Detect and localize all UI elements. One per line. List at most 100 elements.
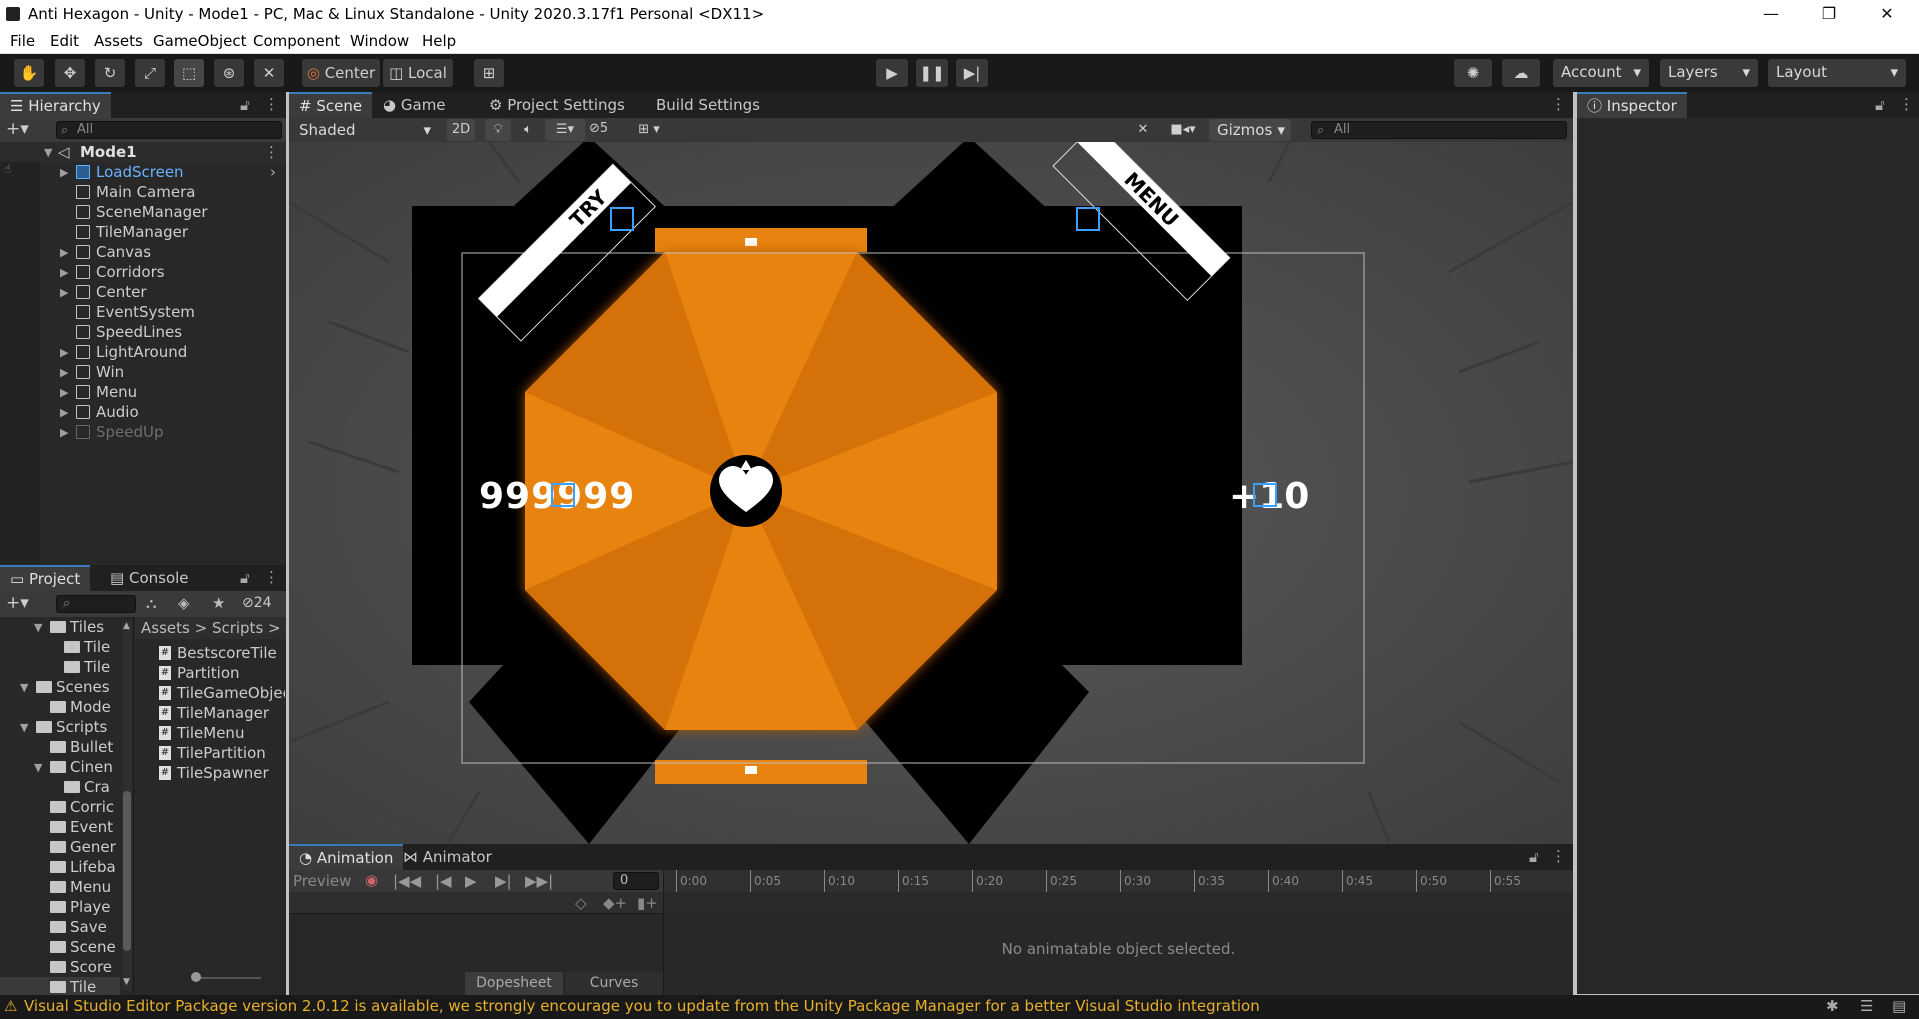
first-key-icon[interactable]: |◀◀ [393, 872, 421, 890]
play-anim-icon[interactable]: ▶ [465, 872, 477, 890]
expand-arrow-icon[interactable]: ▶ [60, 406, 68, 419]
filter-icon[interactable]: ◇ [575, 894, 587, 912]
expand-arrow-icon[interactable]: ▶ [60, 346, 68, 359]
menu-file[interactable]: File [10, 32, 35, 50]
favorite-star-icon[interactable]: ★ [212, 594, 225, 612]
menu-edit[interactable]: Edit [50, 32, 79, 50]
menu-component[interactable]: Component [253, 32, 340, 50]
hierarchy-item[interactable]: ▶ LightAround [0, 342, 286, 362]
expand-arrow-icon[interactable]: ▶ [60, 266, 68, 279]
project-tree-item[interactable]: Event [0, 817, 120, 837]
tab-hierarchy[interactable]: ☰ Hierarchy [0, 92, 111, 118]
lock-icon[interactable]: 🔓︎ [240, 96, 250, 114]
tab-build-settings[interactable]: Build Settings [646, 92, 770, 118]
event-lane[interactable] [664, 892, 1573, 914]
rotate-tool-icon[interactable]: ↻ [95, 59, 125, 87]
tab-scene[interactable]: # Scene [289, 92, 373, 118]
tab-curves[interactable]: Curves [565, 972, 663, 995]
tab-inspector[interactable]: ⓘ Inspector [1577, 92, 1687, 118]
hierarchy-item[interactable]: ▶ Corridors [0, 262, 286, 282]
hierarchy-item[interactable]: ▶ LoadScreen › [0, 162, 286, 182]
menu-gameobject[interactable]: GameObject [153, 32, 247, 50]
project-tree-item[interactable]: Playe [0, 897, 120, 917]
transform-tool-icon[interactable]: ⊛ [214, 59, 244, 87]
hierarchy-item[interactable]: ▶ Audio [0, 402, 286, 422]
hierarchy-item[interactable]: EventSystem [0, 302, 286, 322]
frame-input[interactable]: 0 [613, 872, 659, 890]
project-tree-item[interactable]: ▼ Cinen [0, 757, 120, 777]
script-file[interactable]: # TileManager [159, 703, 285, 723]
expand-arrow-icon[interactable]: ▶ [60, 386, 68, 399]
breadcrumb-assets[interactable]: Assets [141, 619, 190, 637]
expand-arrow-icon[interactable]: ▼ [20, 721, 28, 734]
more-menu-icon[interactable]: ⋮ [264, 95, 279, 113]
hierarchy-item[interactable]: SceneManager [0, 202, 286, 222]
layout-dropdown[interactable]: Layout ▾ [1768, 59, 1906, 87]
pivot-center-button[interactable]: ◎ Center [302, 59, 380, 87]
filter-label-icon[interactable]: ◈ [178, 594, 190, 612]
hierarchy-item[interactable]: ▶ SpeedUp [0, 422, 286, 442]
project-search-input[interactable]: ⌕ [56, 595, 136, 613]
expand-arrow-icon[interactable]: ▶ [60, 426, 68, 439]
expand-arrow-icon[interactable]: ▶ [60, 286, 68, 299]
tab-console[interactable]: ▤ Console [100, 565, 199, 591]
gizmos-dropdown[interactable]: Gizmos ▾ [1209, 119, 1291, 141]
project-tree-item[interactable]: ▼ Tiles [0, 617, 120, 637]
tab-project-settings[interactable]: ⚙ Project Settings [479, 92, 635, 118]
project-tree-item[interactable]: Score [0, 957, 120, 977]
script-file[interactable]: # TileMenu [159, 723, 285, 743]
slider-handle[interactable] [191, 972, 201, 982]
breadcrumb-scripts[interactable]: Scripts [212, 619, 263, 637]
hierarchy-search-input[interactable]: ⌕ All [56, 121, 282, 139]
tab-project[interactable]: ▭ Project [0, 565, 91, 591]
grid-toggle-icon[interactable]: ⊞ ▾ [627, 119, 671, 141]
lighting-toggle-icon[interactable]: 💡︎ [485, 119, 511, 141]
layers-dropdown[interactable]: Layers ▾ [1660, 59, 1758, 87]
bug-icon[interactable]: ✱ [1826, 997, 1839, 1015]
lock-icon[interactable]: 🔓︎ [1875, 96, 1885, 114]
tools-icon[interactable]: ✕ [1129, 119, 1157, 141]
tree-scrollbar[interactable]: ▲ ▼ [122, 621, 132, 991]
script-file[interactable]: # BestscoreTile [159, 643, 285, 663]
hidden-packages-toggle[interactable]: ⊘24 [242, 595, 272, 611]
add-icon[interactable]: +▾ [6, 593, 29, 613]
project-tree-item[interactable]: Bullet [0, 737, 120, 757]
menu-help[interactable]: Help [422, 32, 456, 50]
toggle-2d-button[interactable]: 2D [447, 119, 475, 141]
cloud-icon[interactable]: ☁ [1502, 59, 1540, 87]
timeline-ruler[interactable]: 0:00 0:05 0:10 0:15 0:20 0:25 0:30 0:35 0:40 0:45… [664, 870, 1573, 892]
last-key-icon[interactable]: ▶▶| [525, 872, 553, 890]
grid-snap-icon[interactable]: ⊞ [474, 59, 504, 87]
tab-animation[interactable]: ◔ Animation [289, 844, 404, 870]
hierarchy-item[interactable]: ▶ Win [0, 362, 286, 382]
expand-arrow-icon[interactable]: ▶ [60, 246, 68, 259]
scene-search-input[interactable]: ⌕ All [1311, 121, 1567, 139]
project-tree-item[interactable]: Menu [0, 877, 120, 897]
rect-tool-icon[interactable]: ⬚ [174, 59, 204, 87]
script-file[interactable]: # Partition [159, 663, 285, 683]
tab-dopesheet[interactable]: Dopesheet [465, 972, 563, 995]
next-key-icon[interactable]: ▶| [495, 872, 512, 890]
script-file[interactable]: # TilePartition [159, 743, 285, 763]
expand-arrow-icon[interactable]: ▶ [60, 166, 68, 179]
hierarchy-item[interactable]: ▶ Canvas [0, 242, 286, 262]
project-tree-item[interactable]: Save [0, 917, 120, 937]
project-tree-item[interactable]: Mode [0, 697, 120, 717]
project-tree-item[interactable]: Gener [0, 837, 120, 857]
effects-toggle-icon[interactable]: ☰▾ [545, 119, 585, 141]
script-file[interactable]: # TileSpawner [159, 763, 285, 783]
hierarchy-item[interactable]: ▶ Center [0, 282, 286, 302]
scale-tool-icon[interactable]: ⤢ [135, 59, 165, 87]
tab-animator[interactable]: ⋈ Animator [393, 844, 502, 870]
chevron-right-icon[interactable]: › [270, 163, 276, 181]
expand-arrow-icon[interactable]: ▼ [20, 681, 28, 694]
project-tree-item[interactable]: Cra [0, 777, 120, 797]
project-tree-item[interactable]: Scene [0, 937, 120, 957]
scroll-thumb[interactable] [123, 791, 131, 951]
hierarchy-item[interactable]: ▶ Menu [0, 382, 286, 402]
lock-icon[interactable]: 🔓︎ [240, 569, 250, 587]
camera-icon[interactable]: ■◂▾ [1161, 119, 1205, 141]
project-tree-item[interactable]: ▼ Scripts [0, 717, 120, 737]
move-tool-icon[interactable]: ✥ [55, 59, 85, 87]
scroll-down-icon[interactable]: ▼ [123, 977, 130, 987]
